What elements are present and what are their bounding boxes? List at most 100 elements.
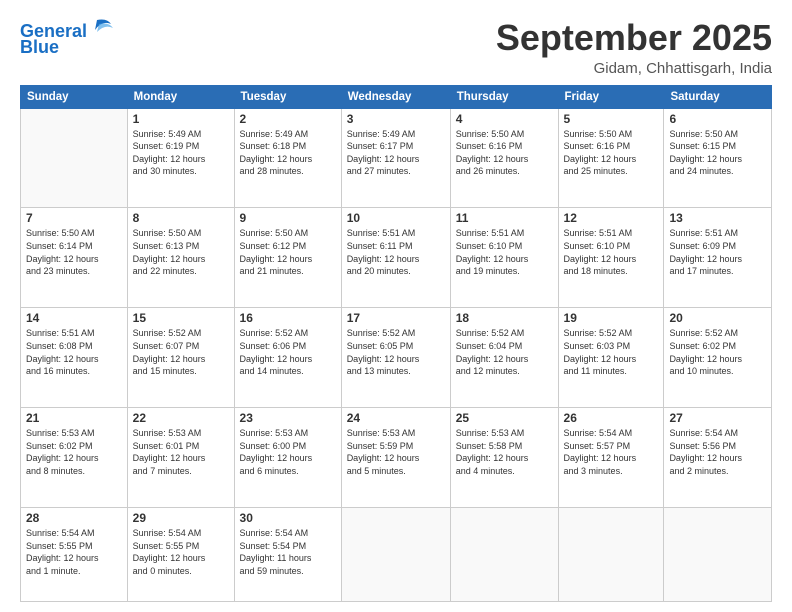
calendar-cell: 18 Sunrise: 5:52 AM Sunset: 6:04 PM Dayli… bbox=[450, 308, 558, 408]
cell-info: Sunrise: 5:54 AM Sunset: 5:56 PM Dayligh… bbox=[669, 427, 766, 477]
day-number: 14 bbox=[26, 311, 122, 325]
cell-info: Sunrise: 5:54 AM Sunset: 5:55 PM Dayligh… bbox=[133, 527, 229, 577]
cell-info: Sunrise: 5:53 AM Sunset: 5:58 PM Dayligh… bbox=[456, 427, 553, 477]
calendar-cell: 4 Sunrise: 5:50 AM Sunset: 6:16 PM Daylig… bbox=[450, 108, 558, 208]
calendar-week-2: 7 Sunrise: 5:50 AM Sunset: 6:14 PM Daylig… bbox=[21, 208, 772, 308]
calendar-cell: 27 Sunrise: 5:54 AM Sunset: 5:56 PM Dayli… bbox=[664, 408, 772, 508]
calendar-cell: 11Sunrise: 5:51 AM Sunset: 6:10 PM Dayli… bbox=[450, 208, 558, 308]
day-number: 6 bbox=[669, 112, 766, 126]
cell-info: Sunrise: 5:51 AM Sunset: 6:08 PM Dayligh… bbox=[26, 327, 122, 377]
day-number: 8 bbox=[133, 211, 229, 225]
calendar-week-1: 1 Sunrise: 5:49 AM Sunset: 6:19 PM Daylig… bbox=[21, 108, 772, 208]
day-number: 27 bbox=[669, 411, 766, 425]
month-title: September 2025 bbox=[496, 18, 772, 58]
weekday-header-monday: Monday bbox=[127, 85, 234, 108]
cell-info: Sunrise: 5:50 AM Sunset: 6:14 PM Dayligh… bbox=[26, 227, 122, 277]
weekday-header-saturday: Saturday bbox=[664, 85, 772, 108]
cell-info: Sunrise: 5:52 AM Sunset: 6:07 PM Dayligh… bbox=[133, 327, 229, 377]
calendar-cell: 22Sunrise: 5:53 AM Sunset: 6:01 PM Dayli… bbox=[127, 408, 234, 508]
calendar-cell: 13 Sunrise: 5:51 AM Sunset: 6:09 PM Dayli… bbox=[664, 208, 772, 308]
logo-icon bbox=[89, 16, 115, 42]
day-number: 19 bbox=[564, 311, 659, 325]
day-number: 9 bbox=[240, 211, 336, 225]
cell-info: Sunrise: 5:53 AM Sunset: 6:00 PM Dayligh… bbox=[240, 427, 336, 477]
location-subtitle: Gidam, Chhattisgarh, India bbox=[496, 60, 772, 77]
day-number: 12 bbox=[564, 211, 659, 225]
cell-info: Sunrise: 5:52 AM Sunset: 6:03 PM Dayligh… bbox=[564, 327, 659, 377]
calendar-cell: 29 Sunrise: 5:54 AM Sunset: 5:55 PM Dayli… bbox=[127, 508, 234, 602]
cell-info: Sunrise: 5:50 AM Sunset: 6:15 PM Dayligh… bbox=[669, 128, 766, 178]
calendar-table: SundayMondayTuesdayWednesdayThursdayFrid… bbox=[20, 85, 772, 602]
calendar-cell: 20 Sunrise: 5:52 AM Sunset: 6:02 PM Dayli… bbox=[664, 308, 772, 408]
calendar-cell: 28 Sunrise: 5:54 AM Sunset: 5:55 PM Dayli… bbox=[21, 508, 128, 602]
calendar-cell bbox=[664, 508, 772, 602]
day-number: 4 bbox=[456, 112, 553, 126]
day-number: 15 bbox=[133, 311, 229, 325]
calendar-cell: 10Sunrise: 5:51 AM Sunset: 6:11 PM Dayli… bbox=[341, 208, 450, 308]
cell-info: Sunrise: 5:54 AM Sunset: 5:55 PM Dayligh… bbox=[26, 527, 122, 577]
calendar-cell: 16 Sunrise: 5:52 AM Sunset: 6:06 PM Dayli… bbox=[234, 308, 341, 408]
day-number: 18 bbox=[456, 311, 553, 325]
weekday-header-friday: Friday bbox=[558, 85, 664, 108]
day-number: 25 bbox=[456, 411, 553, 425]
page: General Blue September 2025 Gidam, Chhat… bbox=[0, 0, 792, 612]
day-number: 20 bbox=[669, 311, 766, 325]
cell-info: Sunrise: 5:53 AM Sunset: 6:01 PM Dayligh… bbox=[133, 427, 229, 477]
calendar-cell: 1 Sunrise: 5:49 AM Sunset: 6:19 PM Daylig… bbox=[127, 108, 234, 208]
day-number: 16 bbox=[240, 311, 336, 325]
cell-info: Sunrise: 5:54 AM Sunset: 5:54 PM Dayligh… bbox=[240, 527, 336, 577]
calendar-cell bbox=[558, 508, 664, 602]
day-number: 30 bbox=[240, 511, 336, 525]
calendar-cell: 12 Sunrise: 5:51 AM Sunset: 6:10 PM Dayli… bbox=[558, 208, 664, 308]
calendar-cell: 9 Sunrise: 5:50 AM Sunset: 6:12 PM Daylig… bbox=[234, 208, 341, 308]
day-number: 1 bbox=[133, 112, 229, 126]
cell-info: Sunrise: 5:50 AM Sunset: 6:16 PM Dayligh… bbox=[564, 128, 659, 178]
cell-info: Sunrise: 5:52 AM Sunset: 6:05 PM Dayligh… bbox=[347, 327, 445, 377]
cell-info: Sunrise: 5:50 AM Sunset: 6:12 PM Dayligh… bbox=[240, 227, 336, 277]
cell-info: Sunrise: 5:52 AM Sunset: 6:02 PM Dayligh… bbox=[669, 327, 766, 377]
weekday-header-row: SundayMondayTuesdayWednesdayThursdayFrid… bbox=[21, 85, 772, 108]
day-number: 24 bbox=[347, 411, 445, 425]
day-number: 5 bbox=[564, 112, 659, 126]
top-section: General Blue September 2025 Gidam, Chhat… bbox=[20, 18, 772, 77]
calendar-cell: 7 Sunrise: 5:50 AM Sunset: 6:14 PM Daylig… bbox=[21, 208, 128, 308]
cell-info: Sunrise: 5:51 AM Sunset: 6:09 PM Dayligh… bbox=[669, 227, 766, 277]
weekday-header-wednesday: Wednesday bbox=[341, 85, 450, 108]
cell-info: Sunrise: 5:53 AM Sunset: 5:59 PM Dayligh… bbox=[347, 427, 445, 477]
day-number: 2 bbox=[240, 112, 336, 126]
calendar-week-5: 28 Sunrise: 5:54 AM Sunset: 5:55 PM Dayli… bbox=[21, 508, 772, 602]
calendar-cell: 19 Sunrise: 5:52 AM Sunset: 6:03 PM Dayli… bbox=[558, 308, 664, 408]
calendar-cell: 24 Sunrise: 5:53 AM Sunset: 5:59 PM Dayli… bbox=[341, 408, 450, 508]
calendar-cell: 3Sunrise: 5:49 AM Sunset: 6:17 PM Daylig… bbox=[341, 108, 450, 208]
day-number: 23 bbox=[240, 411, 336, 425]
calendar-cell: 26 Sunrise: 5:54 AM Sunset: 5:57 PM Dayli… bbox=[558, 408, 664, 508]
cell-info: Sunrise: 5:49 AM Sunset: 6:19 PM Dayligh… bbox=[133, 128, 229, 178]
logo: General Blue bbox=[20, 22, 115, 58]
calendar-cell bbox=[341, 508, 450, 602]
calendar-cell bbox=[21, 108, 128, 208]
calendar-cell: 30 Sunrise: 5:54 AM Sunset: 5:54 PM Dayli… bbox=[234, 508, 341, 602]
calendar-cell: 15 Sunrise: 5:52 AM Sunset: 6:07 PM Dayli… bbox=[127, 308, 234, 408]
day-number: 29 bbox=[133, 511, 229, 525]
cell-info: Sunrise: 5:54 AM Sunset: 5:57 PM Dayligh… bbox=[564, 427, 659, 477]
calendar-cell: 5 Sunrise: 5:50 AM Sunset: 6:16 PM Daylig… bbox=[558, 108, 664, 208]
day-number: 7 bbox=[26, 211, 122, 225]
calendar-week-4: 21Sunrise: 5:53 AM Sunset: 6:02 PM Dayli… bbox=[21, 408, 772, 508]
cell-info: Sunrise: 5:52 AM Sunset: 6:04 PM Dayligh… bbox=[456, 327, 553, 377]
day-number: 11 bbox=[456, 211, 553, 225]
day-number: 17 bbox=[347, 311, 445, 325]
cell-info: Sunrise: 5:51 AM Sunset: 6:11 PM Dayligh… bbox=[347, 227, 445, 277]
calendar-cell: 14 Sunrise: 5:51 AM Sunset: 6:08 PM Dayli… bbox=[21, 308, 128, 408]
day-number: 3 bbox=[347, 112, 445, 126]
cell-info: Sunrise: 5:52 AM Sunset: 6:06 PM Dayligh… bbox=[240, 327, 336, 377]
day-number: 13 bbox=[669, 211, 766, 225]
calendar-cell: 6 Sunrise: 5:50 AM Sunset: 6:15 PM Daylig… bbox=[664, 108, 772, 208]
calendar-cell: 8Sunrise: 5:50 AM Sunset: 6:13 PM Daylig… bbox=[127, 208, 234, 308]
weekday-header-thursday: Thursday bbox=[450, 85, 558, 108]
day-number: 26 bbox=[564, 411, 659, 425]
cell-info: Sunrise: 5:50 AM Sunset: 6:16 PM Dayligh… bbox=[456, 128, 553, 178]
cell-info: Sunrise: 5:51 AM Sunset: 6:10 PM Dayligh… bbox=[564, 227, 659, 277]
cell-info: Sunrise: 5:49 AM Sunset: 6:18 PM Dayligh… bbox=[240, 128, 336, 178]
day-number: 28 bbox=[26, 511, 122, 525]
calendar-cell: 25 Sunrise: 5:53 AM Sunset: 5:58 PM Dayli… bbox=[450, 408, 558, 508]
